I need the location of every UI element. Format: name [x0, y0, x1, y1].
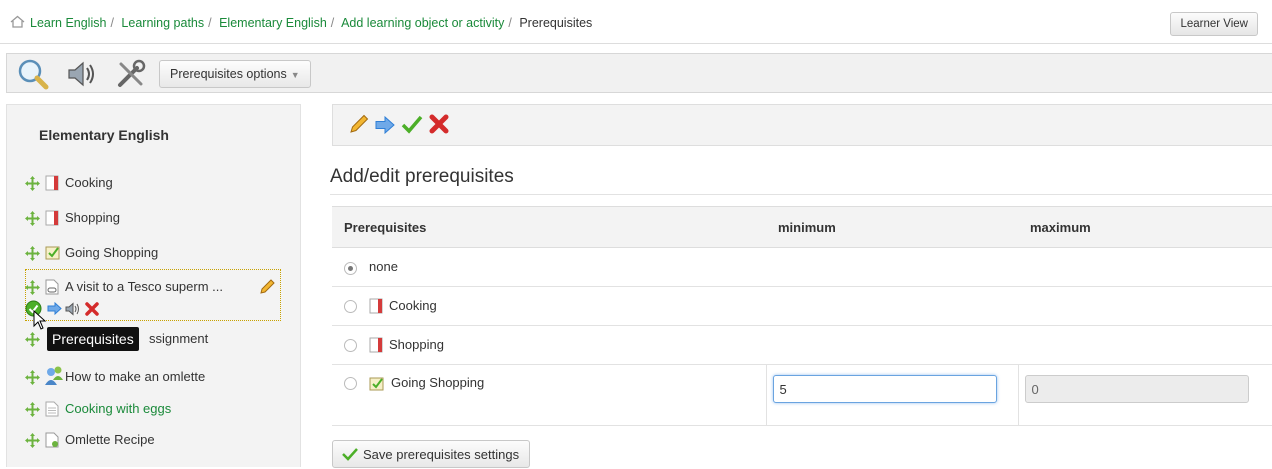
breadcrumb-separator: / — [110, 16, 114, 30]
prerequisite-label: Shopping — [389, 336, 444, 352]
sidebar-item-label: How to make an omlette — [65, 369, 206, 384]
radio-button[interactable] — [344, 299, 357, 313]
move-icon[interactable] — [25, 246, 40, 261]
sidebar-item-label: Shopping — [65, 210, 120, 225]
prerequisite-option-going-shopping[interactable]: Going Shopping — [332, 364, 766, 426]
move-icon[interactable] — [25, 176, 40, 191]
delete-icon[interactable] — [429, 114, 449, 134]
breadcrumb-current: Prerequisites — [519, 16, 593, 30]
table-header-row: Prerequisites minimum maximum — [332, 206, 1272, 248]
divider — [330, 194, 1272, 195]
sidebar-item-label: ssignment — [149, 331, 209, 346]
table-row: Cooking — [332, 286, 1272, 326]
link-document-icon — [45, 279, 59, 295]
minimum-score-input[interactable] — [772, 375, 997, 403]
move-icon[interactable] — [25, 402, 40, 417]
document-icon — [45, 432, 59, 448]
breadcrumb-separator: / — [330, 16, 335, 30]
save-prerequisites-button[interactable]: Save prerequisites settings — [332, 440, 531, 468]
sidebar-item-label: Omlette Recipe — [65, 432, 155, 447]
toolbar: Prerequisites options ▼ — [6, 53, 1272, 93]
breadcrumb-link-add-learning-object[interactable]: Add learning object or activity — [341, 16, 504, 30]
prerequisites-options-label: Prerequisites options — [170, 67, 287, 81]
table-row: Going Shopping — [332, 364, 1272, 426]
chapter-icon — [45, 210, 59, 226]
column-header-maximum: maximum — [1018, 206, 1272, 248]
maximum-score-input[interactable] — [1024, 375, 1249, 403]
breadcrumb-link-learning-paths[interactable]: Learning paths — [121, 16, 204, 30]
learning-path-sidebar: Elementary English Cooking Shopping Goin… — [6, 104, 301, 467]
column-header-prerequisites: Prerequisites — [332, 206, 766, 248]
quiz-icon — [45, 246, 60, 260]
page-title: Add/edit prerequisites — [330, 166, 514, 187]
move-icon[interactable] — [25, 211, 40, 226]
breadcrumb-separator: / — [508, 16, 512, 30]
prerequisite-label: none — [369, 259, 398, 275]
radio-button[interactable] — [344, 338, 357, 352]
chapter-icon — [369, 298, 383, 314]
prerequisites-options-dropdown[interactable]: Prerequisites options ▼ — [159, 60, 311, 88]
arrow-right-icon[interactable] — [375, 116, 395, 134]
move-icon[interactable] — [25, 332, 40, 347]
prerequisite-label: Cooking — [389, 297, 437, 313]
prerequisite-option-none[interactable]: none — [332, 247, 1272, 287]
table-row: none — [332, 247, 1272, 287]
breadcrumb: Learn English / Learning paths / Elementar… — [0, 0, 1272, 44]
chevron-down-icon: ▼ — [290, 70, 300, 80]
speaker-icon[interactable] — [65, 302, 81, 316]
radio-button[interactable] — [344, 261, 357, 275]
move-icon[interactable] — [25, 433, 40, 448]
prerequisite-option-shopping[interactable]: Shopping — [332, 325, 1272, 365]
forum-icon — [45, 366, 63, 385]
prerequisite-label: Going Shopping — [391, 375, 485, 390]
mouse-cursor-icon — [33, 310, 47, 330]
sidebar-item-label: Cooking — [65, 175, 113, 190]
prerequisite-option-cooking[interactable]: Cooking — [332, 286, 1272, 326]
tools-icon[interactable] — [115, 58, 147, 90]
sidebar-item-label: Going Shopping — [65, 245, 159, 260]
sidebar-item-label: A visit to a Tesco superm ... — [65, 279, 223, 294]
delete-icon[interactable] — [85, 302, 99, 316]
save-button-label: Save prerequisites settings — [363, 447, 520, 462]
action-bar — [332, 104, 1272, 146]
breadcrumb-separator: / — [208, 16, 212, 30]
sidebar-item-label: Cooking with eggs — [65, 401, 172, 416]
pencil-icon[interactable] — [259, 279, 275, 295]
search-icon[interactable] — [17, 58, 51, 90]
pencil-icon[interactable] — [349, 114, 369, 134]
radio-button[interactable] — [344, 377, 357, 391]
minimum-cell — [765, 364, 1018, 426]
chapter-icon — [45, 175, 59, 191]
table-row: Shopping — [332, 325, 1272, 365]
quiz-icon — [369, 377, 384, 391]
sidebar-title: Elementary English — [39, 127, 169, 143]
breadcrumb-link-elementary-english[interactable]: Elementary English — [219, 16, 327, 30]
home-icon[interactable] — [10, 15, 25, 28]
move-icon[interactable] — [25, 370, 40, 385]
speaker-icon[interactable] — [65, 58, 99, 90]
column-header-minimum: minimum — [766, 206, 1018, 248]
arrow-right-icon[interactable] — [47, 302, 62, 315]
chapter-icon — [369, 337, 383, 353]
move-icon[interactable] — [25, 280, 40, 295]
learner-view-button[interactable]: Learner View — [1170, 12, 1258, 36]
prerequisites-table: Prerequisites minimum maximum none Cooki… — [332, 206, 1272, 426]
breadcrumb-link-learn-english[interactable]: Learn English — [30, 16, 106, 30]
check-icon[interactable] — [401, 114, 423, 134]
check-icon — [342, 448, 358, 461]
document-icon — [45, 401, 59, 417]
maximum-cell — [1017, 364, 1272, 426]
tooltip: Prerequisites — [47, 327, 139, 351]
